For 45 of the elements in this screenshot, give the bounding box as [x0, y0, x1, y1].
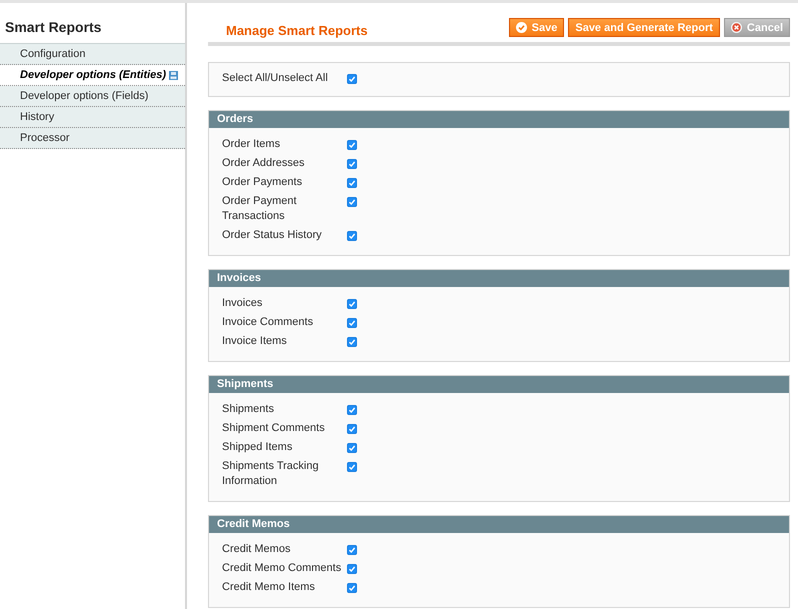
checkbox[interactable] [347, 159, 357, 169]
option-label: Invoice Items [222, 334, 288, 349]
checkbox[interactable] [347, 424, 357, 434]
option-label: Credit Memo Items [222, 580, 316, 595]
checkbox[interactable] [347, 545, 357, 555]
checkbox[interactable] [347, 231, 357, 241]
option-label: Shipments [222, 402, 275, 417]
option-label: Select All/Unselect All [222, 71, 329, 86]
option-label: Order Status History [222, 228, 323, 243]
checkbox[interactable] [347, 318, 357, 328]
checkbox[interactable] [347, 564, 357, 574]
option-label: Order Payments [222, 175, 304, 190]
checkbox[interactable] [347, 140, 357, 150]
section-header: Invoices [209, 269, 789, 287]
checkbox[interactable] [347, 178, 357, 188]
checkbox[interactable] [347, 443, 357, 453]
sidebar-title: Smart Reports [5, 19, 102, 35]
checkbox[interactable] [347, 197, 357, 207]
option-label: Order Items [222, 137, 282, 152]
check-icon [516, 22, 527, 33]
page-title: Manage Smart Reports [226, 22, 368, 38]
option-label: Credit Memos [222, 542, 292, 557]
section-header: Shipments [209, 375, 789, 393]
checkbox[interactable] [347, 583, 357, 593]
sidebar-item[interactable]: Processor [0, 128, 185, 149]
close-icon [730, 22, 742, 33]
checkbox[interactable] [347, 462, 357, 472]
section-header: Credit Memos [209, 515, 789, 533]
option-label: Shipments Tracking Information [222, 459, 320, 489]
option-label: Shipped Items [222, 440, 294, 455]
save-icon [169, 70, 178, 80]
option-label: Invoices [222, 296, 264, 311]
sidebar-item[interactable]: Configuration [0, 43, 185, 65]
section-header: Orders [209, 110, 789, 128]
option-label: Order Payment Transactions [222, 194, 298, 224]
checkbox[interactable] [347, 299, 357, 309]
checkbox[interactable] [347, 405, 357, 415]
sidebar-item[interactable]: History [0, 107, 185, 128]
option-label: Credit Memo Comments [222, 561, 342, 576]
sidebar-item[interactable]: Developer options (Fields) [0, 86, 185, 107]
checkbox[interactable] [347, 337, 357, 347]
option-label: Order Addresses [222, 156, 306, 171]
option-label: Shipment Comments [222, 421, 326, 436]
option-label: Invoice Comments [222, 315, 314, 330]
checkbox[interactable] [347, 74, 357, 84]
